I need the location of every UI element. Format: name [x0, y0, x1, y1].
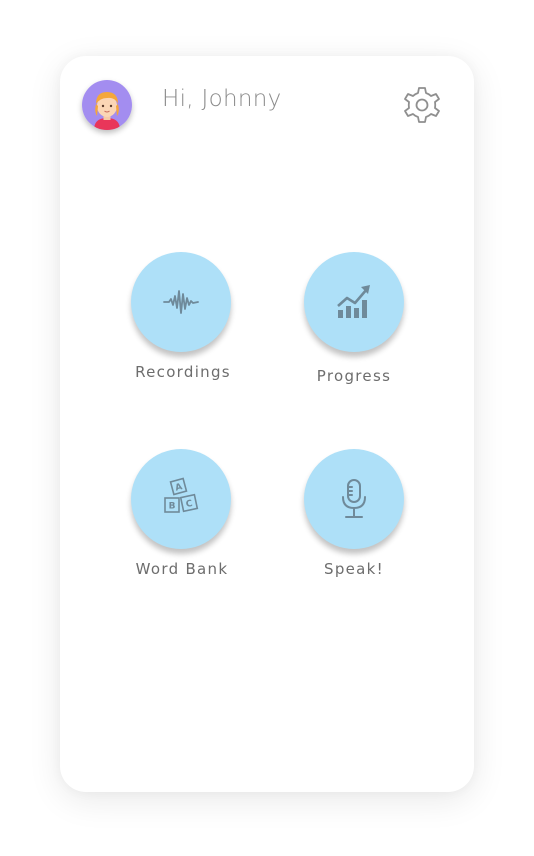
- speak-button[interactable]: [304, 449, 404, 549]
- recordings-label: Recordings: [135, 363, 231, 381]
- progress-label: Progress: [316, 367, 392, 385]
- microphone-icon: [342, 479, 366, 518]
- waveform-icon: [163, 290, 199, 314]
- progress-button[interactable]: [304, 252, 404, 352]
- settings-button[interactable]: [402, 85, 442, 125]
- speak-label: Speak!: [324, 560, 384, 578]
- home-screen-card: Hi, Johnny Recordings Progress A B C Wor…: [60, 56, 474, 792]
- greeting-text: Hi, Johnny: [162, 86, 282, 112]
- svg-text:B: B: [169, 502, 176, 512]
- avatar[interactable]: [82, 80, 132, 130]
- gear-icon: [404, 87, 440, 123]
- word-bank-button[interactable]: A B C: [131, 449, 231, 549]
- abc-blocks-icon: A B C: [164, 477, 199, 513]
- chart-growth-icon: [337, 285, 370, 318]
- word-bank-label: Word Bank: [135, 560, 229, 578]
- svg-text:C: C: [185, 499, 194, 510]
- svg-text:A: A: [174, 482, 183, 493]
- recordings-button[interactable]: [131, 252, 231, 352]
- child-avatar-icon: [82, 80, 132, 130]
